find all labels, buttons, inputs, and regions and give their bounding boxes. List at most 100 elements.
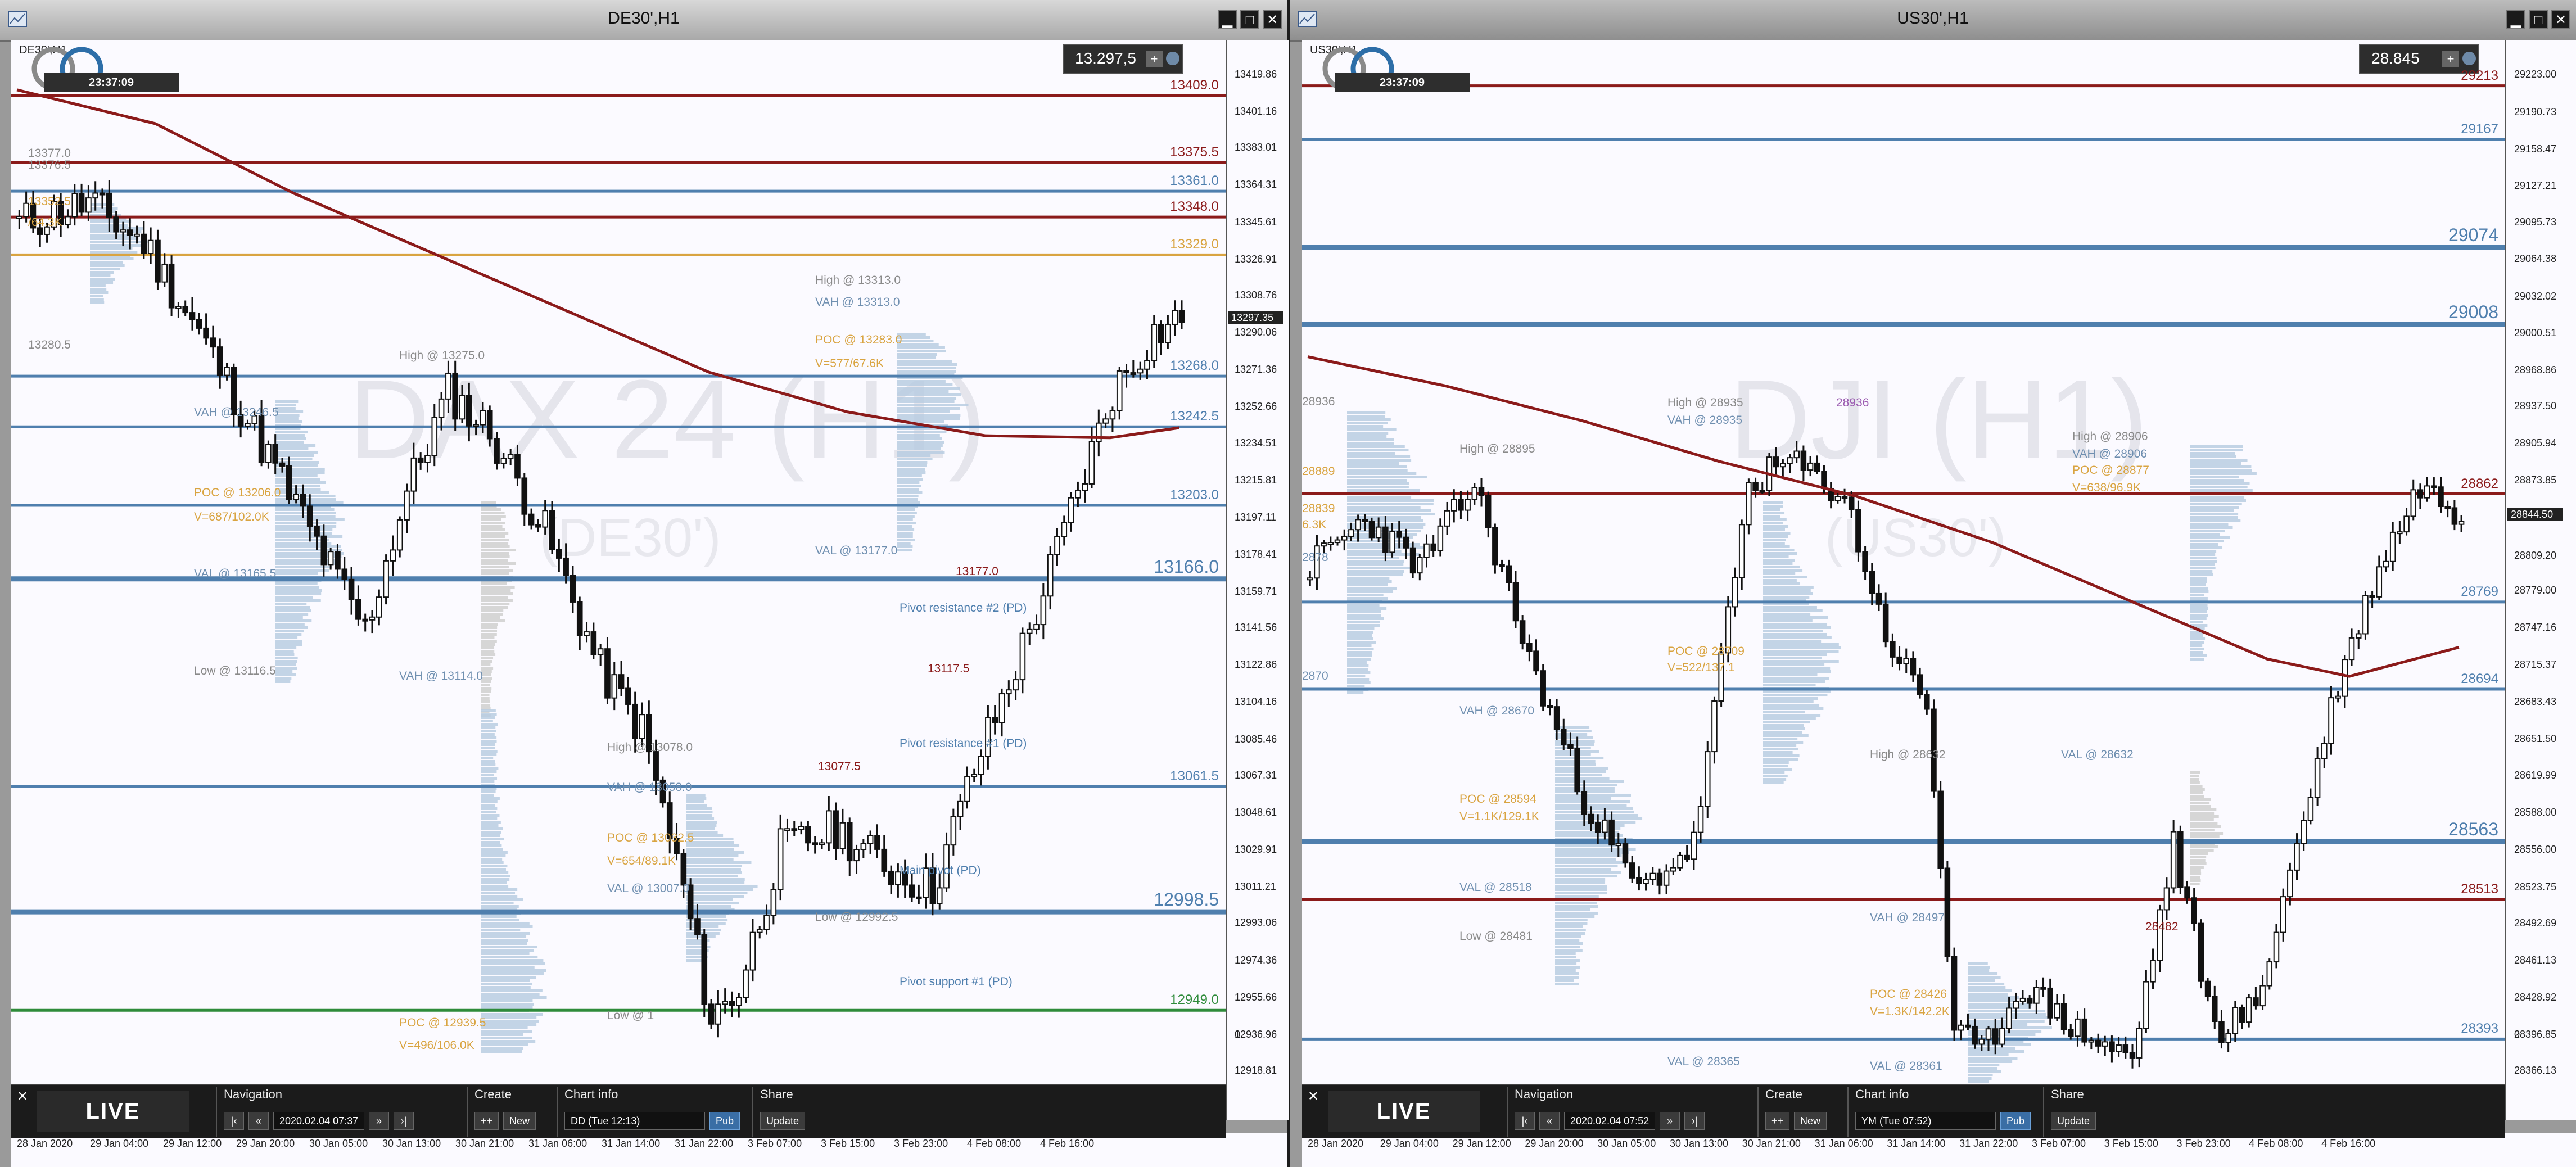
chart-window-us30[interactable]: US30',H1 ▁ □ ✕ DJI (H1) (US30') US30',H1… — [1290, 0, 2576, 1167]
chart-plot-area[interactable]: DJI (H1) (US30') US30',H1 23:37:09 28.84… — [1302, 40, 2505, 1084]
candle-body — [1882, 603, 1889, 643]
navigation-datetime[interactable]: 2020.02.04 07:52 — [1564, 1112, 1656, 1130]
volume-profile-bar — [481, 979, 530, 982]
new-button[interactable]: New — [503, 1112, 536, 1130]
time-axis[interactable]: 28 Jan 2020 29 Jan 04:00 29 Jan 12:00 29 Ja… — [11, 1133, 1287, 1167]
price-tick-label: 12936.96 — [1235, 1028, 1277, 1040]
volume-profile-bar — [1347, 567, 1413, 569]
volume-profile-bar — [481, 643, 495, 646]
minimize-button[interactable]: ▁ — [1218, 10, 1237, 29]
update-button[interactable]: Update — [2051, 1112, 2096, 1130]
volume-profile-bar — [897, 542, 911, 545]
new-button[interactable]: New — [1794, 1112, 1827, 1130]
volume-profile-bar — [275, 653, 295, 656]
price-tick-label: 13326.91 — [1235, 253, 1277, 265]
level-label: 28862 — [2461, 476, 2498, 491]
first-bar-button[interactable]: |‹ — [1515, 1112, 1535, 1130]
volume-profile-bar — [275, 599, 321, 602]
volume-profile-bar — [1555, 807, 1633, 810]
volume-profile-bar — [481, 1050, 522, 1053]
navigation-datetime[interactable]: 2020.02.04 07:37 — [273, 1112, 365, 1130]
instrument-field[interactable]: YM (Tue 07:52) — [1855, 1112, 1996, 1130]
price-axis[interactable]: 29223.00 29190.73 29158.47 29127.21 29095.73… — [2505, 40, 2576, 1120]
add-button[interactable]: ++ — [474, 1112, 499, 1130]
volume-profile-bar — [1968, 1023, 2028, 1026]
volume-profile-bar — [1555, 956, 1576, 958]
time-tick-label: 31 Jan 22:00 — [1959, 1138, 2018, 1149]
volume-profile-bar — [1555, 814, 1638, 817]
chart-plot-area[interactable]: DAX 24 (H1) (DE30') DE30',H1 23:37:09 13… — [11, 40, 1226, 1084]
profile-annotation: High @ 28935 — [1667, 396, 1743, 409]
title-bar[interactable]: DE30',H1 ▁ □ ✕ — [0, 0, 1287, 42]
candle — [729, 991, 735, 1017]
volume-profile-bar — [481, 653, 496, 656]
volume-profile-bar — [897, 380, 946, 383]
close-button[interactable]: ✕ — [1263, 10, 1282, 29]
candle-body — [1019, 632, 1026, 681]
profile-annotation: Pivot resistance #2 (PD) — [900, 601, 1027, 615]
candle-body — [1896, 656, 1902, 664]
candle — [348, 567, 355, 615]
forward-button[interactable]: » — [1660, 1112, 1680, 1130]
close-toolbar-icon[interactable]: ✕ — [17, 1088, 28, 1105]
candle-body — [2335, 695, 2341, 699]
volume-profile-bar — [1763, 522, 1783, 524]
last-bar-button[interactable]: ›| — [1684, 1112, 1705, 1130]
price-chart[interactable] — [11, 40, 1226, 1084]
candle-body — [2232, 1007, 2239, 1034]
pub-button[interactable]: Pub — [2000, 1112, 2031, 1130]
price-tick-label: 12918.81 — [1235, 1065, 1277, 1076]
time-tick-label: 3 Feb 15:00 — [821, 1138, 875, 1149]
title-bar[interactable]: US30',H1 ▁ □ ✕ — [1290, 0, 2576, 42]
candle — [1116, 367, 1123, 420]
plus-icon[interactable]: + — [1146, 51, 1163, 67]
update-button[interactable]: Update — [760, 1112, 806, 1130]
globe-icon[interactable] — [2462, 52, 2476, 65]
globe-icon[interactable] — [1166, 52, 1179, 65]
candle-body — [1423, 543, 1430, 558]
profile-annotation: VAL @ 28365 — [1667, 1055, 1740, 1069]
volume-profile-bar — [275, 451, 318, 454]
volume-profile-bar — [686, 922, 726, 925]
first-bar-button[interactable]: |‹ — [224, 1112, 244, 1130]
add-button[interactable]: ++ — [1765, 1112, 1790, 1130]
volume-profile — [897, 333, 969, 551]
price-chart[interactable] — [1302, 40, 2505, 1084]
volume-profile-bar — [1347, 587, 1397, 590]
last-bar-button[interactable]: ›| — [394, 1112, 414, 1130]
volume-profile-bar — [481, 844, 502, 847]
maximize-button[interactable]: □ — [1240, 10, 1259, 29]
volume-profile-bar — [1968, 1080, 1989, 1083]
close-button[interactable]: ✕ — [2551, 10, 2570, 29]
close-toolbar-icon[interactable]: ✕ — [1308, 1088, 1319, 1105]
price-axis[interactable]: 13419.86 13401.16 13383.01 13364.31 13345.61… — [1226, 40, 1289, 1120]
pub-button[interactable]: Pub — [709, 1112, 740, 1130]
time-axis[interactable]: 28 Jan 2020 29 Jan 04:00 29 Jan 12:00 29 Ja… — [1302, 1133, 2576, 1167]
volume-profile-bar — [1347, 631, 1373, 634]
profile-annotation: VAH @ 13313.0 — [815, 295, 900, 309]
back-button[interactable]: « — [248, 1112, 269, 1130]
volume-profile-bar — [1347, 681, 1371, 684]
volume-profile-bar — [275, 474, 318, 477]
candle-body — [2410, 489, 2417, 517]
volume-profile-bar — [2190, 621, 2203, 623]
chart-window-de30[interactable]: DE30',H1 ▁ □ ✕ DAX 24 (H1) (DE30') DE30'… — [0, 0, 1289, 1167]
volume-profile-bar — [897, 414, 961, 417]
volume-profile-bar — [275, 616, 303, 619]
instrument-field[interactable]: DD (Tue 12:13) — [564, 1112, 705, 1130]
candle-body — [424, 455, 431, 463]
candle-body — [784, 828, 790, 831]
forward-button[interactable]: » — [369, 1112, 390, 1130]
minimize-button[interactable]: ▁ — [2506, 10, 2525, 29]
candle-body — [473, 424, 479, 427]
profile-annotation: POC @ 13283.0 — [815, 333, 902, 346]
volume-profile-bar — [2190, 859, 2206, 862]
volume-profile-bar — [481, 518, 501, 521]
back-button[interactable]: « — [1539, 1112, 1560, 1130]
plus-icon[interactable]: + — [2442, 51, 2459, 67]
candle-body — [161, 263, 168, 283]
volume-profile — [481, 709, 547, 1053]
maximize-button[interactable]: □ — [2529, 10, 2548, 29]
current-price-box[interactable]: 13.297,5 + — [1063, 44, 1183, 74]
candle-body — [2163, 887, 2170, 911]
